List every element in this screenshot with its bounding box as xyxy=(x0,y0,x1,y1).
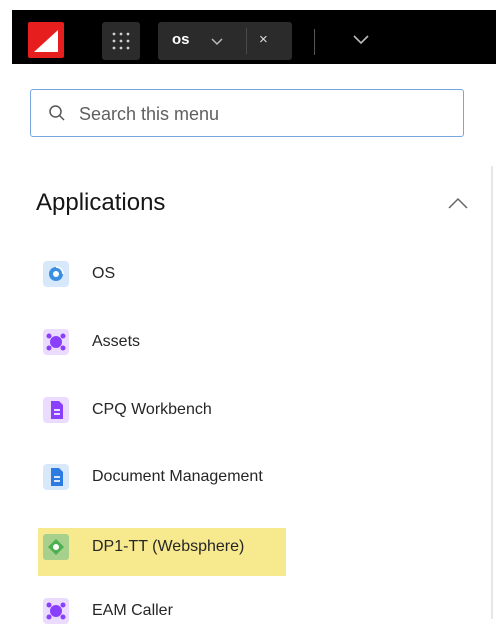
top-bar-strip: os × xyxy=(12,10,496,64)
app-item-os[interactable]: OS xyxy=(42,260,442,290)
grid-icon xyxy=(112,32,130,50)
panel-divider xyxy=(491,166,493,619)
dp1-app-icon xyxy=(43,534,69,560)
document-app-icon xyxy=(43,464,69,490)
search-input[interactable] xyxy=(77,100,451,128)
chevron-down-icon[interactable] xyxy=(210,34,224,48)
applications-heading: Applications xyxy=(36,189,166,216)
topbar-divider xyxy=(314,29,315,55)
close-tab-button[interactable]: × xyxy=(259,31,268,48)
app-label: CPQ Workbench xyxy=(92,401,212,418)
red-wedge-logo-icon xyxy=(34,30,58,52)
assets-app-icon xyxy=(43,329,69,355)
tab-divider xyxy=(246,28,247,54)
search-icon xyxy=(49,105,65,121)
overflow-chevron-down-icon[interactable] xyxy=(352,34,370,46)
top-bar: os × xyxy=(0,0,496,64)
eam-app-icon xyxy=(43,598,69,624)
app-item-document-management[interactable]: Document Management xyxy=(42,463,442,493)
app-label: Assets xyxy=(92,333,141,350)
os-app-icon xyxy=(43,261,69,287)
active-tab-label: os xyxy=(172,31,190,48)
app-label: OS xyxy=(92,265,116,282)
app-item-cpq-workbench[interactable]: CPQ Workbench xyxy=(42,396,442,426)
cpq-app-icon xyxy=(43,397,69,423)
app-switcher-button[interactable] xyxy=(102,22,140,60)
app-item-assets[interactable]: Assets xyxy=(42,328,442,358)
app-label: EAM Caller xyxy=(92,602,173,619)
collapse-chevron-up-icon[interactable] xyxy=(447,196,469,210)
app-item-dp1-tt-websphere[interactable]: DP1-TT (Websphere) xyxy=(42,533,442,563)
app-label: DP1-TT (Websphere) xyxy=(92,538,245,555)
menu-search-box[interactable] xyxy=(30,89,464,137)
active-tab[interactable]: os × xyxy=(158,22,292,60)
brand-logo[interactable] xyxy=(28,22,64,58)
app-label: Document Management xyxy=(92,468,263,485)
app-item-eam-caller[interactable]: EAM Caller xyxy=(42,597,442,627)
